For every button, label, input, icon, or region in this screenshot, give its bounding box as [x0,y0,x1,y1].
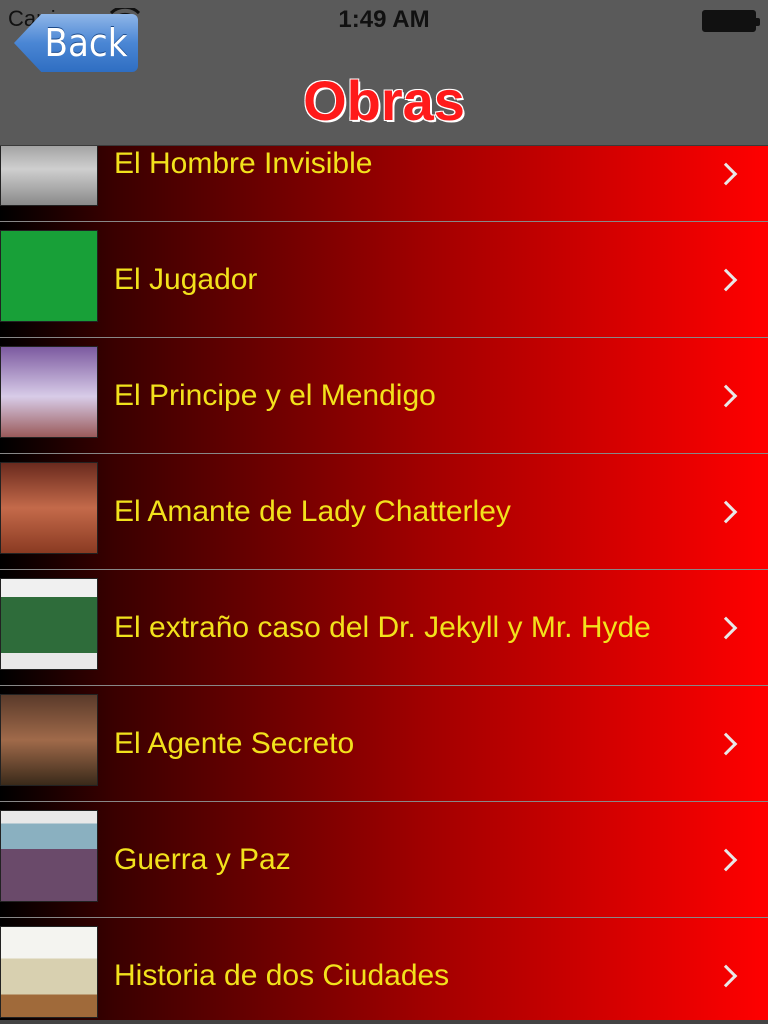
chevron-right-icon [714,616,738,639]
book-cover-thumbnail [0,146,98,206]
chevron-right-icon [714,732,738,755]
chevron-right-icon [714,500,738,523]
list-item-label: Historia de dos Ciudades [114,958,450,992]
list-item-label: El Amante de Lady Chatterley [114,494,511,528]
book-cover-thumbnail [0,462,98,554]
list-item[interactable]: El Hombre Invisible [0,146,768,222]
battery-icon [702,10,760,32]
book-cover-thumbnail [0,926,98,1018]
list-item[interactable]: El Amante de Lady Chatterley [0,454,768,570]
list-item-label: El Jugador [114,262,258,296]
book-cover-thumbnail [0,694,98,786]
list-item[interactable]: El extraño caso del Dr. Jekyll y Mr. Hyd… [0,570,768,686]
list-item-label: El Principe y el Mendigo [114,378,436,412]
list-item-label: El extraño caso del Dr. Jekyll y Mr. Hyd… [114,610,651,644]
chevron-right-icon [714,384,738,407]
book-list: El Hombre Invisible El Jugador El Princi… [0,146,768,1020]
list-item[interactable]: El Jugador [0,222,768,338]
chevron-right-icon [714,848,738,871]
list-item-label: El Agente Secreto [114,726,355,760]
list-item[interactable]: Guerra y Paz [0,802,768,918]
list-item[interactable]: El Agente Secreto [0,686,768,802]
book-cover-thumbnail [0,230,98,322]
page-title: Obras [303,69,465,132]
list-item[interactable]: Historia de dos Ciudades [0,918,768,1020]
chevron-right-icon [714,162,738,186]
book-cover-thumbnail [0,578,98,670]
chevron-right-icon [714,268,738,291]
chevron-right-icon [714,964,738,987]
list-item-label: Guerra y Paz [114,842,291,876]
navigation-bar: Carrier 1:49 AM Back Obras [0,0,768,146]
book-cover-thumbnail [0,810,98,902]
list-item-label: El Hombre Invisible [114,146,373,180]
list-item[interactable]: El Principe y el Mendigo [0,338,768,454]
book-cover-thumbnail [0,346,98,438]
